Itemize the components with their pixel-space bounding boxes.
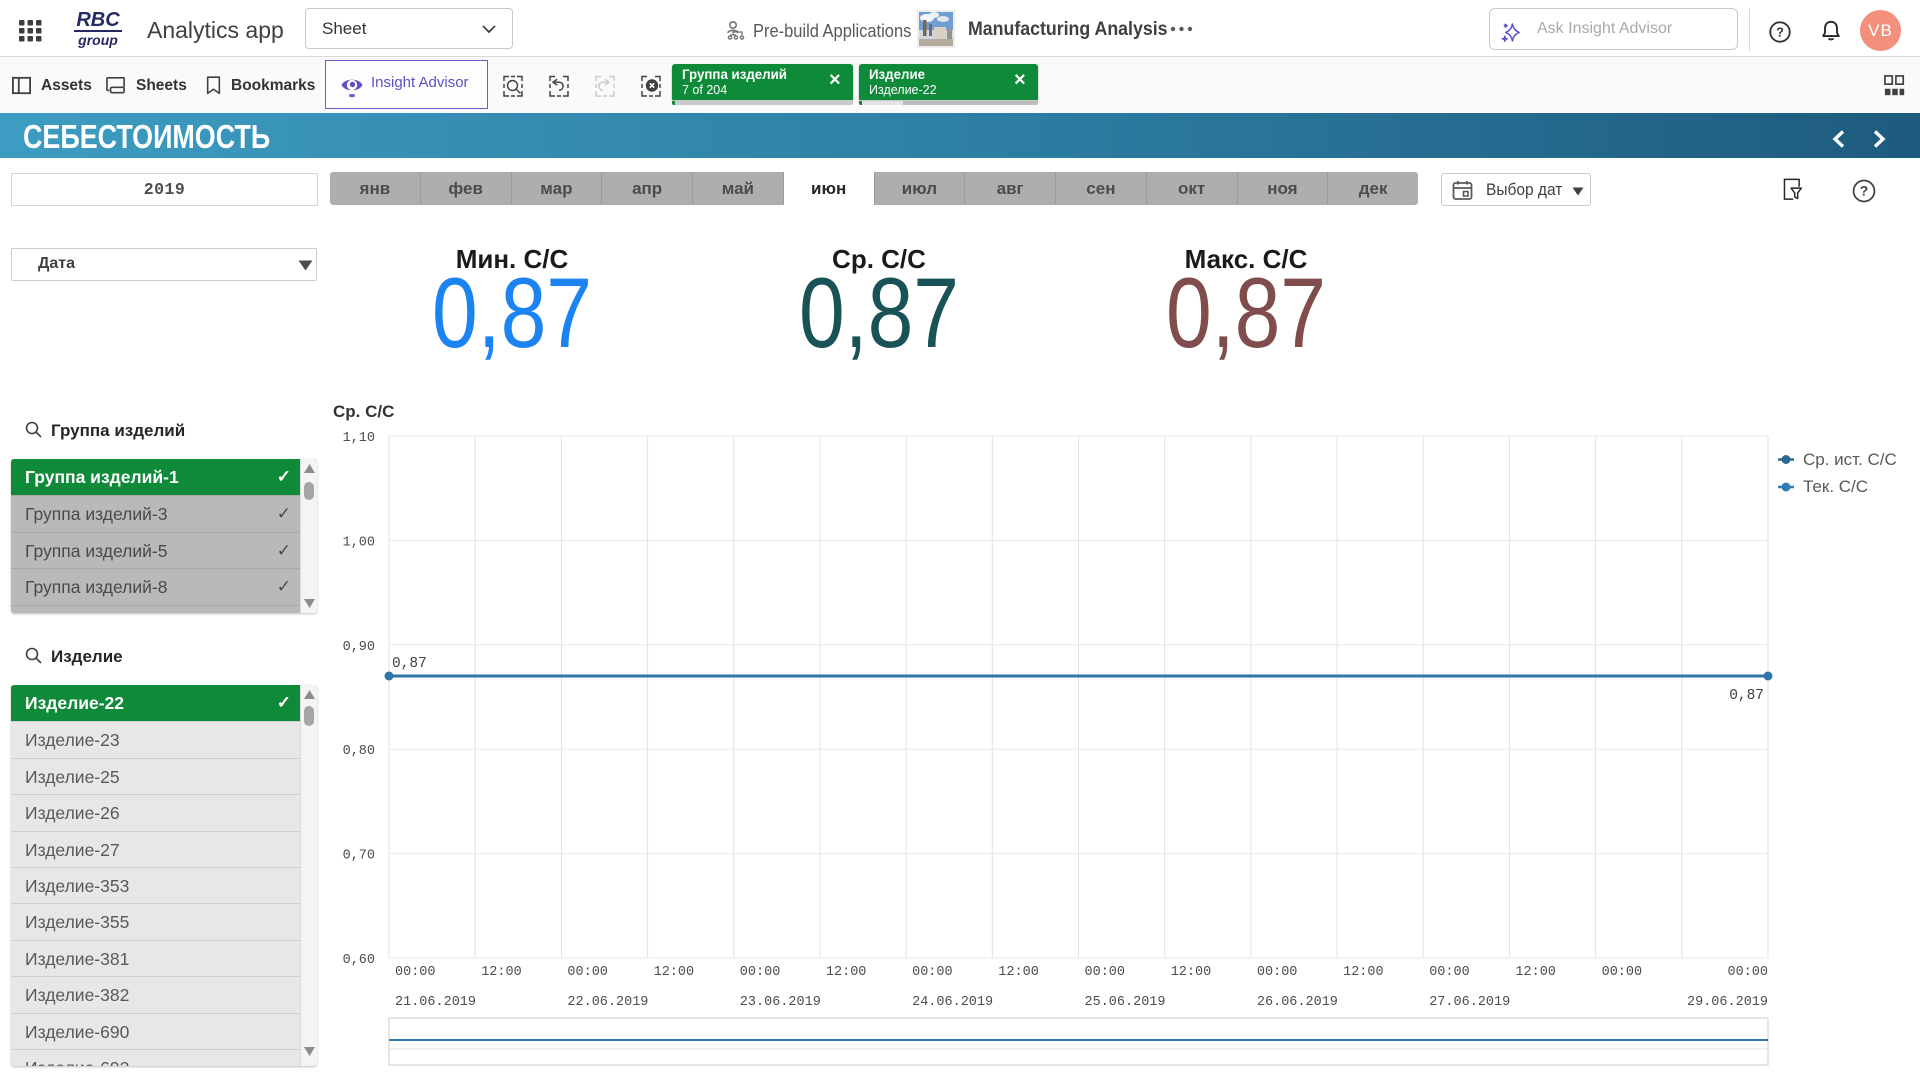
svg-text:26.06.2019: 26.06.2019 <box>1257 995 1338 1010</box>
svg-text:?: ? <box>1776 26 1784 40</box>
svg-text:00:00: 00:00 <box>1257 965 1298 980</box>
svg-text:12:00: 12:00 <box>654 965 695 980</box>
svg-text:1,00: 1,00 <box>343 535 375 550</box>
svg-text:12:00: 12:00 <box>998 965 1039 980</box>
svg-text:12:00: 12:00 <box>826 965 867 980</box>
svg-text:24.06.2019: 24.06.2019 <box>912 995 993 1010</box>
svg-text:0,70: 0,70 <box>343 849 375 864</box>
svg-text:25.06.2019: 25.06.2019 <box>1085 995 1166 1010</box>
svg-text:12:00: 12:00 <box>1515 965 1556 980</box>
svg-text:00:00: 00:00 <box>1429 965 1470 980</box>
svg-text:?: ? <box>1860 184 1868 199</box>
svg-text:29.06.2019: 29.06.2019 <box>1687 995 1768 1010</box>
svg-text:12:00: 12:00 <box>1343 965 1384 980</box>
svg-text:00:00: 00:00 <box>1602 965 1643 980</box>
svg-text:00:00: 00:00 <box>1085 965 1126 980</box>
svg-text:27.06.2019: 27.06.2019 <box>1429 995 1510 1010</box>
svg-text:12:00: 12:00 <box>481 965 522 980</box>
svg-text:0,90: 0,90 <box>343 640 375 655</box>
svg-text:0,87: 0,87 <box>1729 688 1764 704</box>
svg-text:Ср. ист. С/С: Ср. ист. С/С <box>1803 450 1897 469</box>
svg-text:0,60: 0,60 <box>343 953 375 968</box>
svg-text:Тек. С/С: Тек. С/С <box>1803 477 1868 496</box>
svg-text:22.06.2019: 22.06.2019 <box>567 995 648 1010</box>
svg-text:0,80: 0,80 <box>343 744 375 759</box>
svg-text:00:00: 00:00 <box>567 965 608 980</box>
svg-text:00:00: 00:00 <box>912 965 953 980</box>
svg-text:0,87: 0,87 <box>392 656 427 672</box>
svg-text:21.06.2019: 21.06.2019 <box>395 995 476 1010</box>
svg-text:23.06.2019: 23.06.2019 <box>740 995 821 1010</box>
svg-text:12:00: 12:00 <box>1171 965 1212 980</box>
svg-text:1,10: 1,10 <box>343 431 375 446</box>
svg-text:00:00: 00:00 <box>1727 965 1768 980</box>
svg-text:00:00: 00:00 <box>395 965 436 980</box>
svg-text:00:00: 00:00 <box>740 965 781 980</box>
